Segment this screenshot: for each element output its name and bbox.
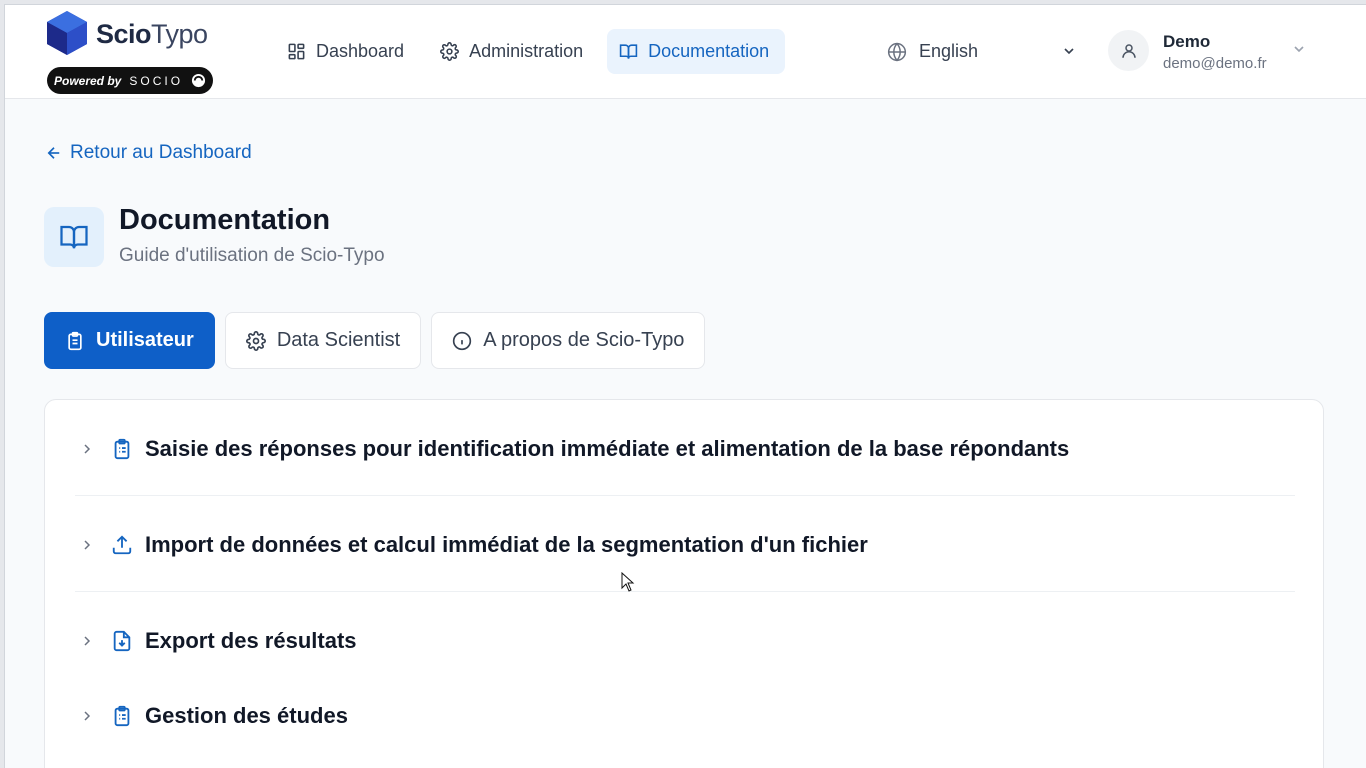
- tab-data-scientist-label: Data Scientist: [276, 329, 401, 351]
- chevron-right-icon: [75, 441, 99, 457]
- tab-utilisateur[interactable]: Utilisateur: [44, 312, 215, 369]
- logo-brand-light: Typo: [151, 19, 208, 49]
- accordion-label: Gestion des études: [145, 703, 348, 728]
- book-icon: [619, 44, 638, 59]
- language-select[interactable]: English: [887, 29, 1077, 74]
- book-icon: [60, 225, 88, 249]
- back-to-dashboard-link[interactable]: Retour au Dashboard: [45, 142, 252, 164]
- mouse-cursor-icon: [621, 572, 635, 592]
- avatar: [1108, 30, 1149, 71]
- doc-tabs: Utilisateur Data Scientist A propos de S…: [44, 312, 706, 369]
- clipboard-icon: [111, 705, 133, 727]
- dashboard-icon: [288, 43, 305, 60]
- user-email: demo@demo.fr: [1163, 55, 1267, 72]
- user-name: Demo: [1163, 32, 1211, 51]
- cube-logo-icon: [47, 11, 87, 55]
- user-icon: [1121, 43, 1136, 58]
- page-subtitle: Guide d'utilisation de Scio-Typo: [119, 245, 385, 266]
- info-icon: [453, 331, 472, 350]
- tab-a-propos[interactable]: A propos de Scio-Typo: [431, 312, 706, 369]
- documentation-accordion: Saisie des réponses pour identification …: [44, 399, 1324, 768]
- accordion-item-import[interactable]: Import de données et calcul immédiat de …: [75, 532, 1295, 558]
- tab-data-scientist[interactable]: Data Scientist: [224, 312, 422, 369]
- globe-icon: [887, 42, 907, 61]
- logo-brand-bold: Scio: [96, 19, 152, 49]
- back-link-label: Retour au Dashboard: [70, 142, 252, 163]
- logo-wordmark: ScioTypo: [96, 19, 208, 50]
- nav-documentation[interactable]: Documentation: [607, 29, 786, 74]
- nav-dashboard-label: Dashboard: [316, 41, 405, 61]
- accordion-label: Saisie des réponses pour identification …: [145, 436, 1070, 461]
- page-title: Documentation: [119, 204, 331, 236]
- top-header: ScioTypo Powered by SOCIO Dashboard Admi…: [5, 5, 1366, 99]
- language-value: English: [919, 41, 979, 61]
- nav-documentation-label: Documentation: [648, 41, 770, 61]
- nav-dashboard[interactable]: Dashboard: [275, 29, 420, 74]
- accordion-label: Import de données et calcul immédiat de …: [145, 532, 868, 557]
- accordion-item-export[interactable]: Export des résultats: [75, 628, 1295, 654]
- nav-administration-label: Administration: [469, 41, 584, 61]
- gear-icon: [440, 42, 459, 61]
- nav-administration[interactable]: Administration: [428, 29, 599, 74]
- powered-by-badge: Powered by SOCIO: [47, 67, 213, 94]
- accordion-item-gestion[interactable]: Gestion des études: [75, 703, 1295, 729]
- tab-utilisateur-label: Utilisateur: [96, 329, 194, 351]
- clipboard-icon: [68, 331, 82, 350]
- arrow-left-icon: [47, 147, 60, 159]
- tab-a-propos-label: A propos de Scio-Typo: [483, 329, 685, 351]
- clipboard-icon: [111, 438, 133, 460]
- divider: [75, 591, 1295, 592]
- app-window: ScioTypo Powered by SOCIO Dashboard Admi…: [4, 4, 1366, 768]
- accordion-label: Export des résultats: [145, 628, 357, 653]
- chevron-down-icon: [1064, 48, 1074, 55]
- powered-brand: SOCIO: [129, 73, 184, 88]
- scio-typo-logo[interactable]: ScioTypo Powered by SOCIO: [45, 9, 215, 94]
- file-download-icon: [111, 630, 133, 652]
- chevron-right-icon: [75, 537, 99, 553]
- upload-icon: [111, 534, 133, 556]
- chevron-right-icon: [75, 633, 99, 649]
- chevron-down-icon: [1294, 46, 1304, 53]
- user-menu[interactable]: Demo demo@demo.fr: [1108, 27, 1308, 77]
- divider: [75, 495, 1295, 496]
- accordion-item-saisie[interactable]: Saisie des réponses pour identification …: [75, 436, 1295, 462]
- chevron-right-icon: [75, 708, 99, 724]
- page-icon: [44, 207, 104, 267]
- main-nav: Dashboard Administration Documentation: [275, 29, 786, 74]
- socio-mark-icon: [191, 73, 206, 88]
- gear-icon: [245, 330, 266, 351]
- powered-by-label: Powered by: [54, 73, 122, 88]
